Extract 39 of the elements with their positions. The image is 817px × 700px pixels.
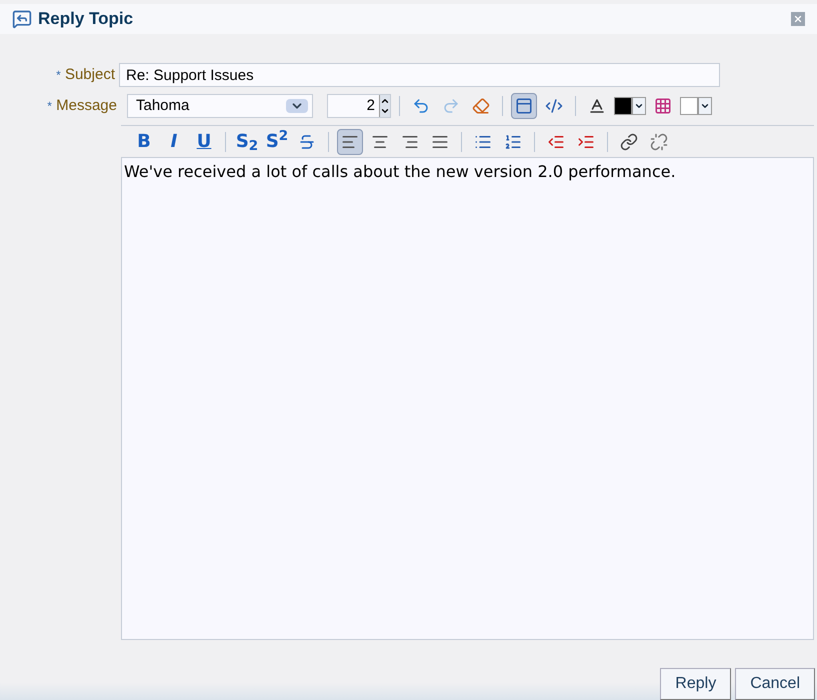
message-label: * Message <box>46 96 118 116</box>
close-icon <box>793 14 803 24</box>
dropdown-button[interactable] <box>632 97 646 115</box>
message-editor[interactable]: We've received a lot of calls about the new version 2.0 performance. <box>121 157 814 640</box>
subject-field[interactable]: Re: Support Issues <box>119 63 720 87</box>
font-dropdown[interactable]: Tahoma <box>127 94 313 118</box>
code-icon <box>545 97 563 115</box>
size-spinner[interactable]: 2 <box>327 94 391 118</box>
window-icon <box>515 97 533 115</box>
link-icon <box>620 132 638 150</box>
dialog-title: Reply Topic <box>38 8 134 30</box>
format-button[interactable]: I <box>161 128 187 154</box>
window-button[interactable] <box>511 93 537 119</box>
reply-icon <box>12 9 32 29</box>
color-swatch[interactable] <box>680 97 698 115</box>
dialog-button[interactable]: Reply <box>660 668 732 700</box>
dialog-button[interactable]: Cancel <box>735 668 815 700</box>
subject-label: * Subject <box>55 64 116 85</box>
color-swatch[interactable] <box>614 97 632 115</box>
dropdown-button[interactable] <box>698 97 712 115</box>
align-left-button[interactable] <box>337 128 363 154</box>
down-icon <box>380 106 390 116</box>
format-button[interactable]: S$_{2}$ <box>234 128 260 154</box>
undo-icon <box>412 97 430 115</box>
format-button[interactable]: U <box>191 128 217 154</box>
unlink-icon <box>650 132 668 150</box>
numbered-list-icon <box>504 132 522 150</box>
text-color-icon <box>588 97 606 115</box>
up-icon <box>380 96 390 106</box>
color-grid-icon <box>654 97 672 115</box>
caret-icon <box>286 99 308 113</box>
strikethrough-icon <box>298 132 316 150</box>
format-button[interactable]: B <box>131 128 157 154</box>
caret-icon <box>700 101 710 111</box>
format-button[interactable]: S$^{2}$ <box>264 128 290 154</box>
eraser-icon <box>472 97 490 115</box>
message-text: We've received a lot of calls about the new version 2.0 performance. <box>124 162 676 181</box>
redo-icon <box>442 97 460 115</box>
caret-icon <box>634 101 644 111</box>
